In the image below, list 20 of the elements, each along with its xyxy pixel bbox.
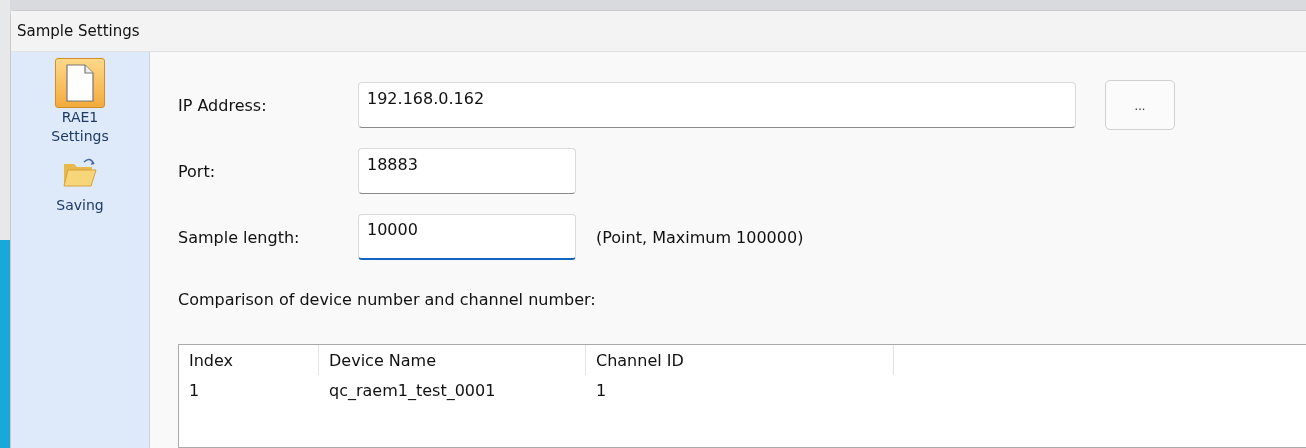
browse-button[interactable]: ... bbox=[1105, 80, 1175, 130]
page-icon bbox=[65, 64, 95, 102]
column-header[interactable]: Device Name bbox=[319, 345, 586, 375]
field-label: Sample length: bbox=[178, 227, 301, 247]
window-title: Sample Settings bbox=[17, 22, 140, 40]
sidebar-item[interactable]: Saving bbox=[56, 148, 104, 215]
column-header[interactable]: Channel ID bbox=[586, 345, 894, 375]
table-cell-text: 1 bbox=[188, 380, 201, 402]
sample-length-field[interactable]: 10000 bbox=[358, 214, 576, 260]
table-cell-text: 1 bbox=[595, 380, 608, 402]
folder-icon bbox=[62, 156, 98, 188]
hint-text: (Point, Maximum 100000) bbox=[596, 227, 804, 247]
port-field[interactable]: 18883 bbox=[358, 148, 576, 194]
ip-address-field[interactable]: 192.168.0.162 bbox=[358, 82, 1076, 128]
sidebar-item[interactable]: RAE1 Settings bbox=[51, 58, 109, 146]
field-label: Port: bbox=[178, 161, 217, 181]
column-header[interactable]: Index bbox=[179, 345, 319, 375]
table-cell-text: qc_raem1_test_0001 bbox=[328, 380, 497, 402]
field-label: IP Address: bbox=[178, 95, 268, 115]
table-caption: Comparison of device number and channel number: bbox=[178, 290, 597, 311]
